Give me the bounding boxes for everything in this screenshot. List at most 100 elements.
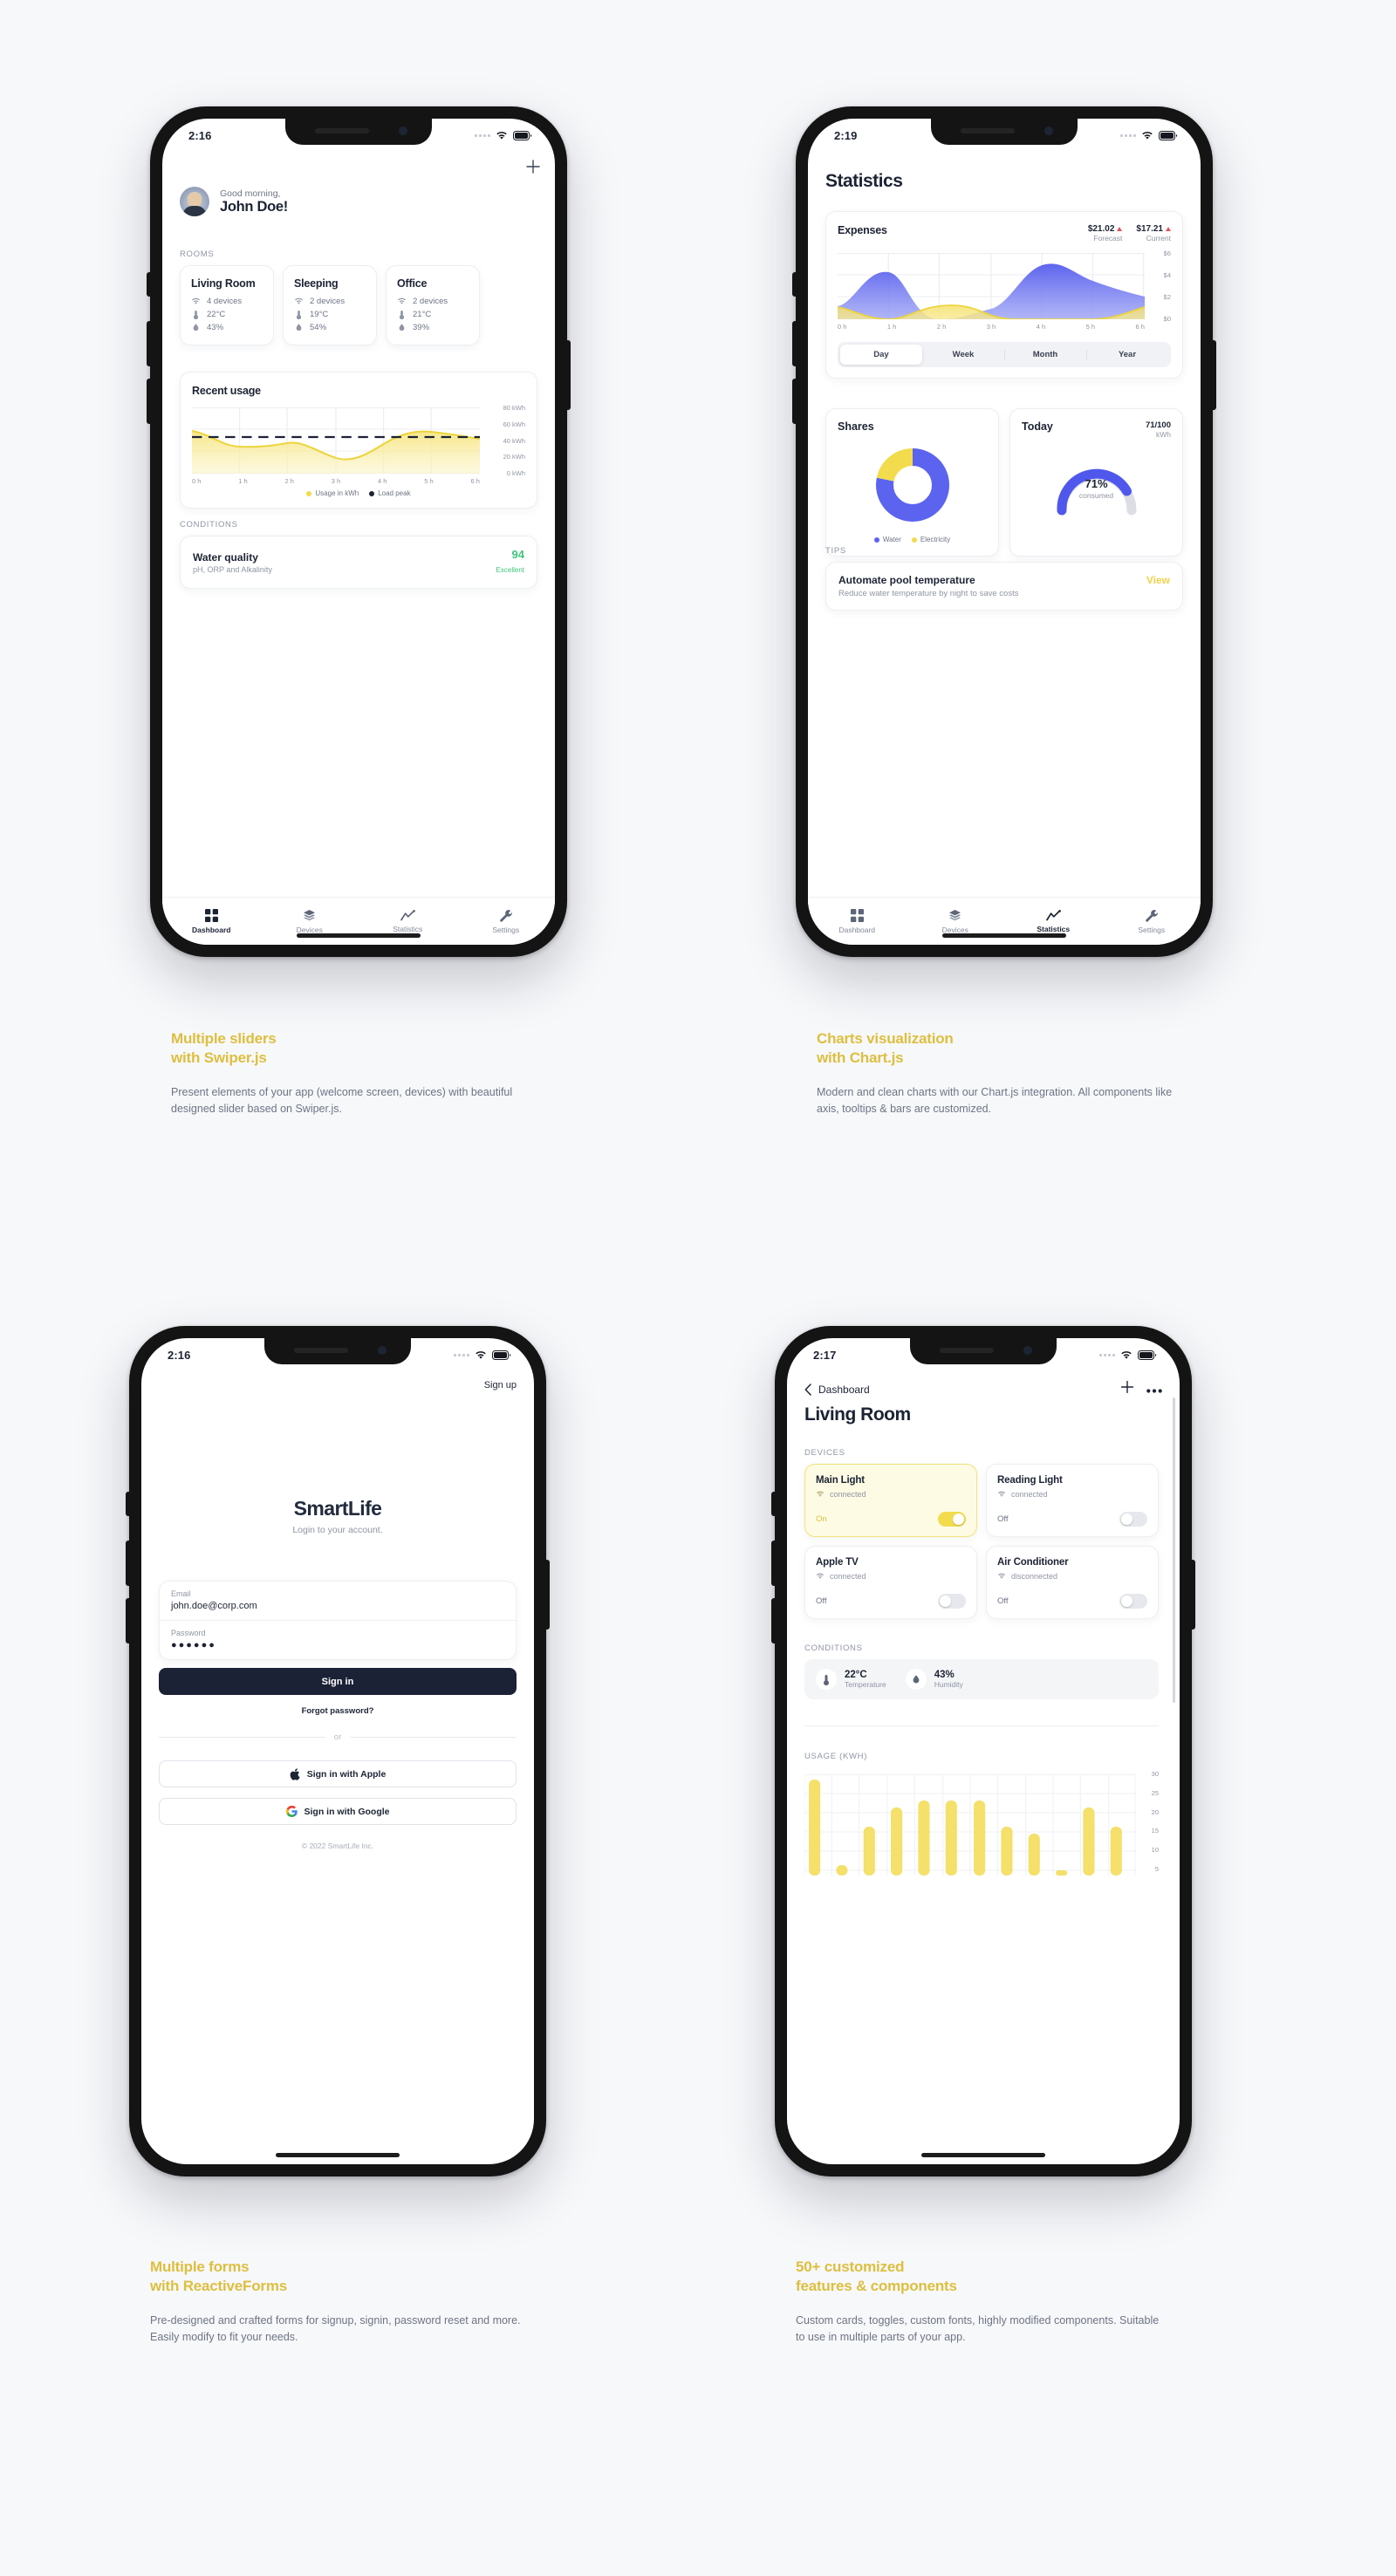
tip-view-link[interactable]: View (1146, 574, 1170, 586)
range-day[interactable]: Day (840, 345, 922, 365)
signin-content: Sign up SmartLife Login to your account.… (141, 1366, 534, 2164)
caption-charts: Charts visualization with Chart.js Modern… (817, 1029, 1192, 1118)
device-state: Off (816, 1596, 827, 1606)
usage-y-axis: 80 kWh 60 kWh 40 kWh 20 kWh 0 kWh (503, 404, 525, 477)
water-quality-score: 94 Excellent (496, 548, 524, 574)
range-month[interactable]: Month (1004, 345, 1086, 365)
phone-statistics: 2:19 Statistics Expenses $21.02 Forecast… (792, 106, 1216, 957)
avatar[interactable] (180, 187, 209, 216)
apple-icon (290, 1767, 300, 1780)
page-title: Statistics (825, 171, 903, 191)
room-temperature: 19°C (294, 310, 366, 319)
range-year[interactable]: Year (1086, 345, 1168, 365)
tab-dashboard[interactable]: Dashboard (808, 898, 907, 945)
apple-signin-button[interactable]: Sign in with Apple (159, 1760, 517, 1787)
device-state: On (816, 1514, 827, 1524)
wifi-icon (998, 1491, 1005, 1497)
usage-bar-chart: 30 25 20 15 10 5 (804, 1770, 1159, 1879)
room-temperature: 22°C (191, 310, 263, 319)
nav-row: Dashboard (804, 1380, 1162, 1398)
today-unit: kWh (1156, 430, 1171, 439)
back-button[interactable]: Dashboard (804, 1384, 870, 1396)
device-card[interactable]: Air Conditioner disconnected Off (986, 1546, 1159, 1619)
phone-screen: 2:16 Good morning, John Doe! ROOMS Livin… (162, 119, 555, 945)
water-quality-subtitle: pH, ORP and Alkalinity (193, 564, 272, 574)
wifi-icon (1120, 1350, 1133, 1360)
mute-switch (771, 1492, 776, 1516)
living-room-content: Dashboard Living Room DEVICES Main Light… (787, 1366, 1180, 2164)
room-devices: 2 devices (397, 297, 469, 306)
expenses-header: Expenses $21.02 Forecast $17.21 Current (838, 224, 1171, 243)
room-card[interactable]: Office 2 devices 21°C 39% (386, 265, 480, 345)
volume-up-button (147, 321, 151, 366)
signin-button[interactable]: Sign in (159, 1668, 517, 1695)
caption-components: 50+ customized features & components Cust… (796, 2258, 1171, 2347)
device-toggle[interactable] (1119, 1512, 1147, 1527)
wifi-icon (496, 131, 508, 140)
room-humidity: 43% (191, 323, 263, 332)
caption-title-line1: 50+ customized (796, 2258, 905, 2275)
divider: or (159, 1732, 517, 1742)
device-status: connected (997, 1490, 1147, 1499)
device-toggle[interactable] (1119, 1594, 1147, 1609)
google-signin-button[interactable]: Sign in with Google (159, 1798, 517, 1825)
legend-item: Water (873, 536, 901, 543)
devices-section-label: DEVICES (804, 1448, 845, 1458)
today-card: Today 71/100 kWh 71% consumed (1009, 408, 1183, 557)
password-field[interactable]: Password ●●●●●● (160, 1621, 516, 1659)
signup-link[interactable]: Sign up (484, 1380, 517, 1390)
tip-description: Reduce water temperature by night to sav… (838, 589, 1019, 598)
water-quality-card[interactable]: Water quality pH, ORP and Alkalinity 94 … (180, 536, 537, 589)
condition-temperature: 22°C Temperature (816, 1669, 886, 1690)
rooms-slider[interactable]: Living Room 4 devices 22°C 43% Sleeping … (180, 265, 555, 345)
volume-up-button (126, 1541, 130, 1586)
range-week[interactable]: Week (922, 345, 1004, 365)
tab-dashboard[interactable]: Dashboard (162, 898, 261, 945)
device-card[interactable]: Main Light connected On (804, 1464, 977, 1537)
chevron-left-icon (804, 1383, 811, 1396)
caption-title-line1: Multiple forms (150, 2258, 250, 2275)
today-title: Today (1022, 420, 1053, 433)
layers-icon (949, 909, 961, 920)
device-toggle[interactable] (938, 1594, 966, 1609)
tip-card[interactable]: Automate pool temperature Reduce water t… (825, 562, 1183, 611)
conditions-section-label: CONDITIONS (804, 1643, 863, 1653)
power-button (545, 1560, 550, 1630)
volume-up-button (771, 1541, 776, 1586)
power-button (1191, 1560, 1195, 1630)
device-card[interactable]: Reading Light connected Off (986, 1464, 1159, 1537)
signal-dots-icon (454, 1353, 469, 1356)
scrollbar[interactable] (1173, 1397, 1175, 1703)
tab-settings[interactable]: Settings (1103, 898, 1201, 945)
shares-title: Shares (838, 420, 874, 433)
home-indicator (276, 2153, 400, 2157)
range-selector[interactable]: Day Week Month Year (838, 342, 1171, 367)
power-button (566, 340, 571, 410)
volume-down-button (126, 1598, 130, 1643)
device-status: disconnected (997, 1572, 1147, 1581)
grid-icon (204, 908, 218, 922)
dashboard-content: Good morning, John Doe! ROOMS Living Roo… (162, 147, 555, 945)
room-card[interactable]: Living Room 4 devices 22°C 43% (180, 265, 274, 345)
room-humidity: 39% (397, 323, 469, 332)
email-field[interactable]: Email john.doe@corp.com (160, 1582, 516, 1621)
phone-screen: 2:17 Dashboard Living Room DEVICES Main … (787, 1338, 1180, 2164)
tab-settings[interactable]: Settings (457, 898, 556, 945)
mute-switch (126, 1492, 130, 1516)
add-button[interactable] (525, 159, 541, 179)
caption-title-line2: features & components (796, 2278, 957, 2295)
tip-title: Automate pool temperature (838, 574, 975, 586)
device-toggle[interactable] (938, 1512, 966, 1527)
more-button[interactable] (1146, 1382, 1162, 1397)
room-card[interactable]: Sleeping 2 devices 19°C 54% (283, 265, 377, 345)
device-card[interactable]: Apple TV connected Off (804, 1546, 977, 1619)
usage-x-axis: 0 h 1 h 2 h 3 h 4 h 5 h 6 h (192, 477, 480, 485)
wifi-icon (398, 297, 406, 304)
forgot-password-link[interactable]: Forgot password? (141, 1706, 534, 1716)
up-caret-icon (1166, 227, 1171, 231)
front-camera (1044, 126, 1053, 135)
greeting-block: Good morning, John Doe! (180, 187, 288, 216)
add-button[interactable] (1120, 1380, 1134, 1398)
greeting-salutation: Good morning, (220, 188, 281, 199)
usage-chart: 80 kWh 60 kWh 40 kWh 20 kWh 0 kWh 0 h 1 … (192, 404, 525, 486)
